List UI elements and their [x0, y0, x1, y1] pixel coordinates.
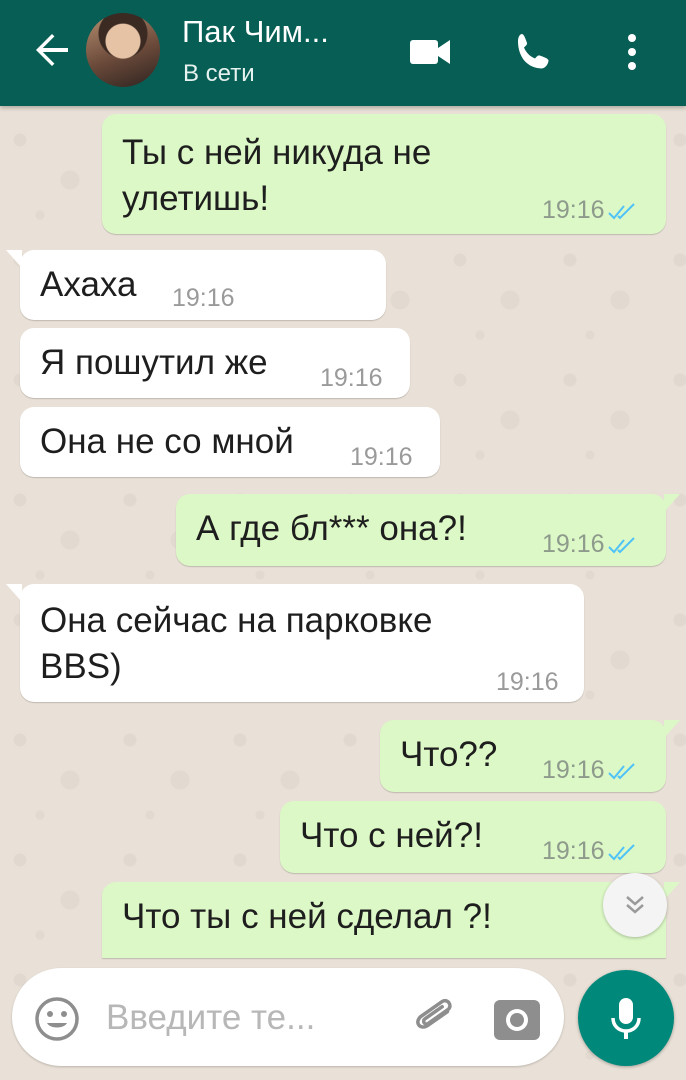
message-text: Ты с ней никуда не улетишь! [122, 133, 432, 218]
camera-icon[interactable] [490, 992, 544, 1046]
message-input[interactable] [104, 992, 368, 1044]
chevron-double-down-icon [626, 896, 644, 914]
message-bubble-incoming[interactable]: Ахаха 19:16 [6, 250, 386, 320]
message-text: Ахаха [40, 265, 137, 304]
avatar[interactable] [86, 13, 160, 87]
message-bubble-outgoing[interactable]: Ты с ней никуда не улетишь! 19:16 [102, 114, 666, 234]
video-call-icon[interactable] [404, 26, 456, 78]
message-time: 19:16 [172, 284, 235, 312]
message-bubble-outgoing[interactable]: А где бл*** она?! 19:16 [176, 494, 680, 566]
contact-status: В сети [183, 60, 255, 87]
chat-header: Пак Чим... В сети [0, 0, 686, 106]
message-composer [12, 968, 564, 1066]
message-time: 19:16 [542, 530, 639, 559]
message-bubble-outgoing[interactable]: Что с ней?! 19:16 [280, 801, 666, 873]
message-text: Она сейчас на парковке BBS) [40, 601, 433, 686]
double-check-icon [607, 844, 635, 861]
message-text: Что ты с ней сделал ?! [122, 897, 492, 936]
scroll-to-bottom-button[interactable] [603, 873, 667, 937]
message-time: 19:16 [542, 756, 639, 785]
double-check-icon [607, 537, 635, 554]
message-bubble-incoming[interactable]: Она сейчас на парковке BBS) 19:16 [6, 584, 584, 702]
message-time: 19:16 [542, 837, 639, 866]
message-text: Что?? [400, 735, 498, 774]
message-bubble-outgoing[interactable]: Что?? 19:16 [380, 720, 680, 792]
message-text: Что с ней?! [300, 816, 483, 855]
mic-icon [611, 998, 641, 1039]
message-text: А где бл*** она?! [196, 509, 467, 548]
message-bubble-incoming[interactable]: Я пошутил же 19:16 [20, 328, 410, 398]
message-text: Я пошутил же [40, 343, 268, 382]
back-arrow-icon[interactable] [28, 26, 76, 74]
message-time: 19:16 [542, 196, 639, 225]
more-vert-icon[interactable] [606, 26, 658, 78]
phone-icon[interactable] [508, 26, 560, 78]
message-text: Она не со мной [40, 422, 294, 461]
voice-message-button[interactable] [578, 970, 674, 1066]
message-time: 19:16 [496, 668, 559, 696]
message-time: 19:16 [350, 443, 413, 471]
contact-name[interactable]: Пак Чим... [182, 14, 329, 50]
message-time: 19:16 [320, 364, 383, 392]
emoji-icon[interactable] [30, 992, 84, 1046]
message-bubble-incoming[interactable]: Она не со мной 19:16 [20, 407, 440, 477]
message-bubble-outgoing[interactable]: Что ты с ней сделал ?! [102, 882, 680, 958]
paperclip-icon[interactable] [410, 992, 464, 1046]
double-check-icon [607, 203, 635, 220]
double-check-icon [607, 763, 635, 780]
